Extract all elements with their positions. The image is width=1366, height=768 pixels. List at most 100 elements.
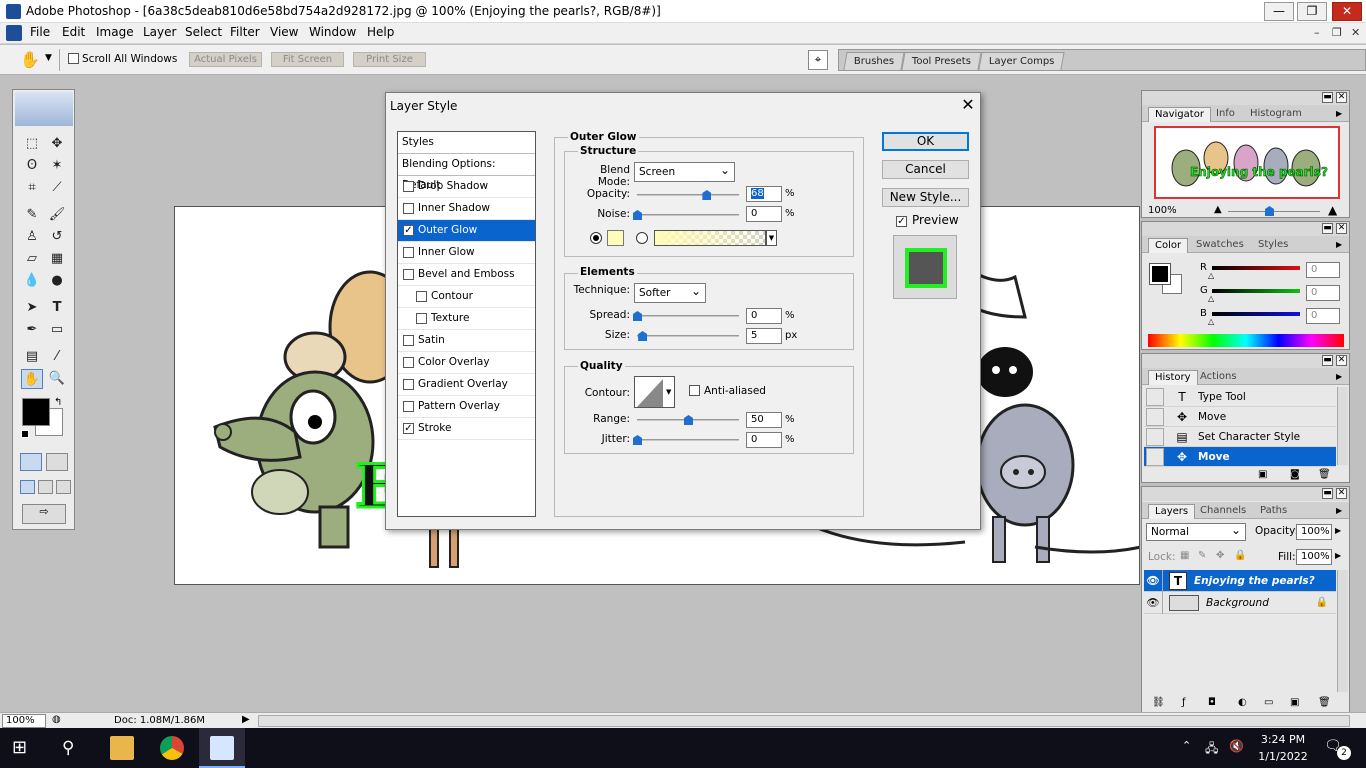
- foreground-color-swatch[interactable]: [22, 398, 50, 426]
- channel-value-input[interactable]: 0: [1306, 308, 1340, 324]
- close-button[interactable]: ✕: [1332, 2, 1362, 21]
- color-spectrum-bar[interactable]: [1148, 334, 1344, 347]
- technique-select[interactable]: Softer: [634, 282, 706, 303]
- fill-input[interactable]: 100%: [1296, 549, 1332, 565]
- fill-arrow-icon[interactable]: ▶: [1335, 551, 1341, 560]
- gradient-radio[interactable]: [636, 232, 648, 244]
- contour-dropdown-icon[interactable]: ▼: [666, 388, 671, 396]
- history-source-box[interactable]: [1146, 447, 1164, 466]
- jitter-slider-track[interactable]: [637, 439, 739, 441]
- opacity-slider-track[interactable]: [637, 194, 739, 196]
- well-tab-brushes[interactable]: Brushes: [843, 52, 905, 70]
- tab-layers[interactable]: Layers: [1148, 504, 1196, 519]
- layer-mask-icon[interactable]: ◘: [1208, 697, 1216, 708]
- layer-row[interactable]: 👁 T Enjoying the pearls?: [1144, 569, 1336, 592]
- style-item-texture[interactable]: Texture: [398, 308, 535, 330]
- channel-value-input[interactable]: 0: [1306, 285, 1340, 301]
- status-zoom-input[interactable]: 100%: [2, 714, 46, 728]
- move-tool-icon[interactable]: ✥: [46, 134, 68, 154]
- color-close-icon[interactable]: ✕: [1336, 223, 1347, 234]
- style-item-inner-glow[interactable]: Inner Glow: [398, 242, 535, 264]
- scroll-all-windows-checkbox[interactable]: [68, 53, 79, 67]
- channel-slider-thumb-icon[interactable]: △: [1208, 317, 1214, 326]
- color-foreground-swatch[interactable]: [1149, 263, 1171, 285]
- network-icon[interactable]: 🖧: [1205, 739, 1218, 760]
- lock-transparency-icon[interactable]: ▦: [1180, 550, 1189, 561]
- style-checkbox[interactable]: [403, 379, 414, 390]
- navigator-zoom-slider[interactable]: [1228, 211, 1320, 212]
- style-checkbox[interactable]: [403, 269, 414, 280]
- spread-input[interactable]: 0: [746, 308, 782, 324]
- color-minimize-icon[interactable]: ▬: [1322, 223, 1333, 234]
- style-item-gradient-overlay[interactable]: Gradient Overlay: [398, 374, 535, 396]
- blending-options-item[interactable]: Blending Options: Default: [398, 154, 535, 191]
- notes-tool-icon[interactable]: ▤: [21, 347, 43, 367]
- new-style-button[interactable]: New Style...: [882, 188, 969, 207]
- menu-edit[interactable]: Edit: [62, 25, 85, 39]
- link-layers-icon[interactable]: ⛓: [1152, 697, 1165, 708]
- menu-filter[interactable]: Filter: [230, 25, 260, 39]
- hand-tool-icon[interactable]: ✋: [20, 50, 40, 69]
- menu-file[interactable]: File: [30, 25, 50, 39]
- tab-navigator[interactable]: Navigator: [1148, 107, 1211, 122]
- delete-layer-icon[interactable]: 🗑: [1318, 697, 1331, 708]
- style-item-inner-shadow[interactable]: Inner Shadow: [398, 198, 535, 220]
- history-source-box[interactable]: [1146, 407, 1164, 426]
- channel-slider-thumb-icon[interactable]: △: [1208, 271, 1214, 280]
- new-snapshot-icon[interactable]: ◙: [1290, 469, 1300, 480]
- doc-restore-button[interactable]: ❐: [1332, 26, 1342, 39]
- well-tab-layer-comps[interactable]: Layer Comps: [978, 52, 1066, 70]
- tab-styles[interactable]: Styles: [1252, 238, 1294, 253]
- type-tool-icon[interactable]: T: [46, 298, 68, 318]
- navigator-zoom-thumb[interactable]: [1265, 206, 1274, 216]
- layer-style-icon[interactable]: ƒ: [1182, 697, 1186, 708]
- menu-select[interactable]: Select: [185, 25, 222, 39]
- tool-preset-dropdown-icon[interactable]: ▼: [45, 53, 52, 63]
- tab-color[interactable]: Color: [1148, 238, 1189, 253]
- status-menu-icon[interactable]: ▶: [242, 714, 250, 725]
- photoshop-taskbar-button[interactable]: [199, 728, 245, 768]
- history-state[interactable]: T Type Tool: [1144, 387, 1336, 407]
- solid-color-radio[interactable]: [590, 232, 602, 244]
- layer-opacity-input[interactable]: 100%: [1296, 524, 1332, 540]
- navigator-close-icon[interactable]: ✕: [1336, 92, 1347, 103]
- style-item-outer-glow[interactable]: Outer Glow: [398, 220, 535, 242]
- file-explorer-icon[interactable]: [110, 736, 134, 760]
- gradient-tool-icon[interactable]: ▦: [46, 249, 68, 269]
- style-checkbox[interactable]: [416, 313, 427, 324]
- layer-row[interactable]: 👁 Background 🔒: [1144, 591, 1336, 614]
- ok-button[interactable]: OK: [882, 132, 969, 151]
- search-icon[interactable]: ⚲: [62, 736, 86, 760]
- tab-info[interactable]: Info: [1210, 107, 1241, 122]
- jitter-input[interactable]: 0: [746, 432, 782, 448]
- opacity-input[interactable]: 68: [746, 186, 782, 202]
- color-menu-icon[interactable]: ▶: [1336, 240, 1342, 249]
- marquee-tool-icon[interactable]: ⬚: [21, 134, 43, 154]
- shape-tool-icon[interactable]: ▭: [46, 320, 68, 340]
- menu-layer[interactable]: Layer: [143, 25, 176, 39]
- brush-tool-icon[interactable]: 🖌: [46, 205, 68, 225]
- status-preview-icon[interactable]: ◍: [52, 714, 61, 725]
- history-minimize-icon[interactable]: ▬: [1322, 355, 1333, 366]
- channel-slider[interactable]: [1212, 312, 1300, 316]
- quick-mask-mode-icon[interactable]: [46, 453, 68, 471]
- print-size-button[interactable]: Print Size: [353, 52, 426, 67]
- range-input[interactable]: 50: [746, 412, 782, 428]
- style-item-pattern-overlay[interactable]: Pattern Overlay: [398, 396, 535, 418]
- layers-menu-icon[interactable]: ▶: [1336, 506, 1342, 515]
- history-scrollbar[interactable]: [1337, 387, 1348, 465]
- menu-image[interactable]: Image: [96, 25, 134, 39]
- size-input[interactable]: 5: [746, 328, 782, 344]
- magic-wand-tool-icon[interactable]: ✶: [46, 156, 68, 176]
- zoom-in-icon[interactable]: ▲: [1328, 203, 1337, 217]
- tab-histogram[interactable]: Histogram: [1244, 107, 1308, 122]
- actual-pixels-button[interactable]: Actual Pixels: [189, 52, 262, 67]
- full-screen-mode-icon[interactable]: [56, 480, 71, 494]
- file-browser-icon[interactable]: ⌖: [808, 50, 828, 70]
- dodge-tool-icon[interactable]: ●: [46, 271, 68, 291]
- style-checkbox[interactable]: [403, 401, 414, 412]
- swap-colors-icon[interactable]: ↰: [54, 397, 62, 408]
- doc-minimize-button[interactable]: –: [1314, 26, 1320, 39]
- full-screen-menu-mode-icon[interactable]: [38, 480, 53, 494]
- style-checkbox[interactable]: [416, 291, 427, 302]
